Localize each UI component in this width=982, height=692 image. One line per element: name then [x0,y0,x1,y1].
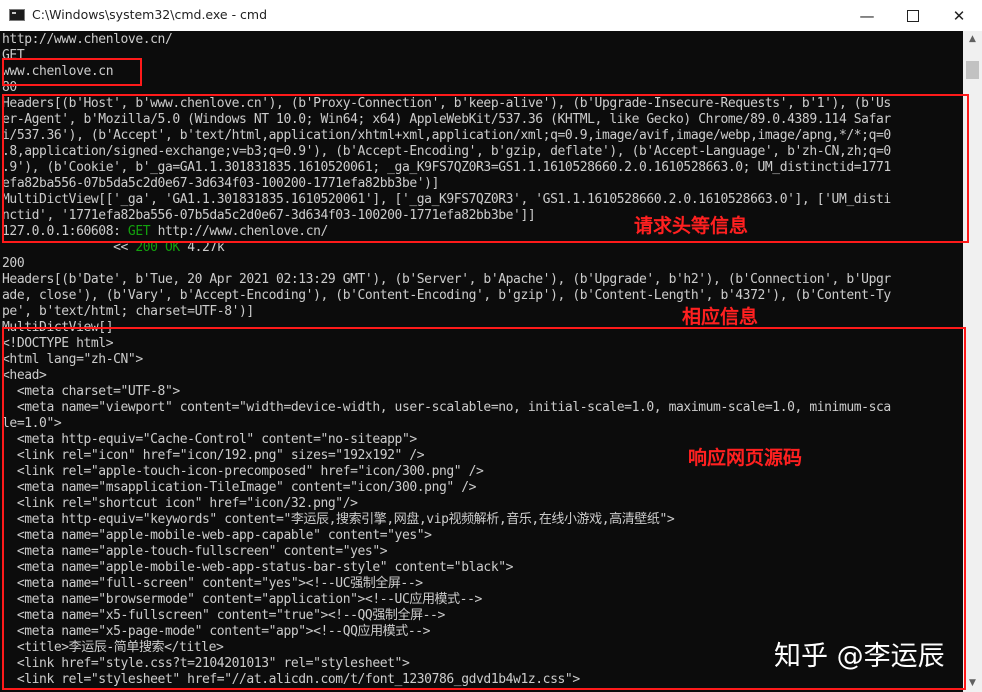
title-bar[interactable]: C:\Windows\system32\cmd.exe - cmd — ✕ [0,0,982,32]
window-title: C:\Windows\system32\cmd.exe - cmd [32,7,268,22]
response-annotation: 相应信息 [682,306,759,328]
request-annotation: 请求头等信息 [634,215,749,237]
scroll-thumb[interactable] [966,61,979,79]
minimize-button[interactable]: — [844,0,890,31]
cmd-icon [9,9,25,21]
close-button[interactable]: ✕ [936,0,982,31]
host-highlight-box [2,58,142,86]
watermark: 知乎 @李运辰 [774,641,945,672]
console-line: Headers[(b'Date', b'Tue, 20 Apr 2021 02:… [2,272,891,287]
maximize-button[interactable] [890,0,936,31]
maximize-icon [907,9,919,22]
console-line: http://www.chenlove.cn/ [2,32,173,47]
source-annotation: 响应网页源码 [688,447,803,469]
request-highlight-box [2,94,969,243]
scroll-up-icon[interactable]: ▲ [963,31,982,48]
console-line: 200 [2,256,25,271]
